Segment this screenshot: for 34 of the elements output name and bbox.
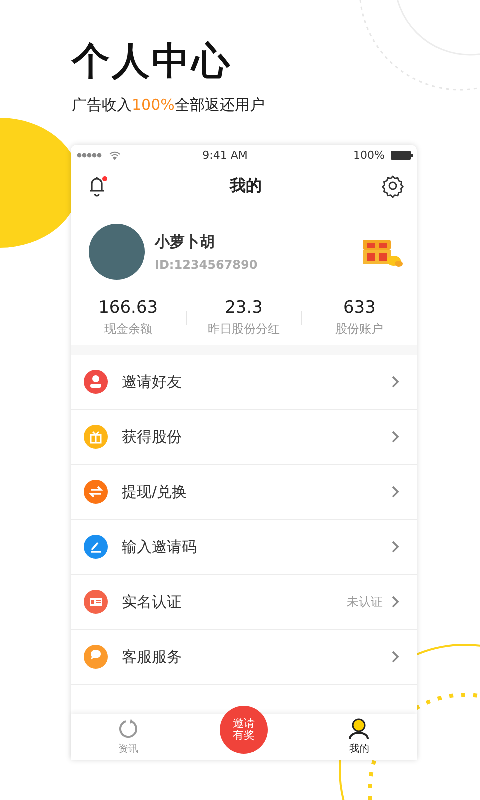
menu-item[interactable]: 邀请好友 xyxy=(71,355,417,410)
user-icon xyxy=(348,718,370,740)
status-time: 9:41 AM xyxy=(202,148,248,162)
stat-label: 股份账户 xyxy=(336,321,384,338)
menu-item[interactable]: 实名认证 未认证 xyxy=(71,575,417,630)
settings-icon[interactable] xyxy=(381,174,405,198)
status-label: 未认证 xyxy=(347,594,383,610)
chevron-icon xyxy=(391,540,401,554)
menu-item[interactable]: 提现/兑换 xyxy=(71,465,417,520)
invite-reward-button[interactable]: 邀请 有奖 xyxy=(220,706,268,754)
chevron-icon xyxy=(391,485,401,499)
signal-icon xyxy=(77,152,103,158)
stat-value: 23.3 xyxy=(225,298,263,318)
chevron-icon xyxy=(391,430,401,444)
tab[interactable]: 我的 xyxy=(302,714,417,760)
subtitle: 广告收入100%全部返还用户 xyxy=(72,96,265,114)
menu-item[interactable]: 客服服务 xyxy=(71,630,417,685)
screen-title: 我的 xyxy=(230,176,262,196)
user-name: 小萝卜胡 xyxy=(155,232,215,252)
user-id: ID:1234567890 xyxy=(155,258,258,272)
battery-percent: 100% xyxy=(354,148,385,162)
chevron-icon xyxy=(391,650,401,664)
stat-label: 昨日股份分红 xyxy=(208,321,280,338)
stat-value: 166.63 xyxy=(98,298,158,318)
battery-icon xyxy=(390,150,413,160)
refresh-icon xyxy=(118,718,140,740)
stat-label: 现金余额 xyxy=(104,321,152,338)
menu-item[interactable]: 获得股份 xyxy=(71,410,417,465)
wifi-icon xyxy=(109,150,121,160)
menu-item[interactable]: 输入邀请码 xyxy=(71,520,417,575)
chevron-icon xyxy=(391,595,401,609)
stat-value: 633 xyxy=(343,298,376,318)
page-title: 个人中心 xyxy=(72,38,232,84)
chevron-icon xyxy=(391,375,401,389)
